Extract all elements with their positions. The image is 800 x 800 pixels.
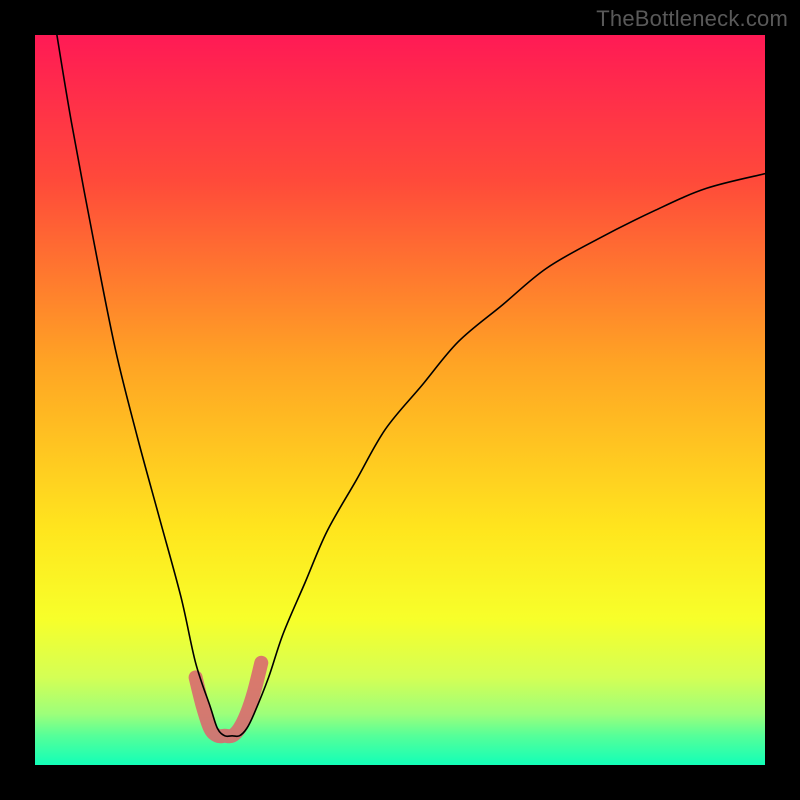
bottleneck-curve-path [57,35,765,736]
outer-black-frame: TheBottleneck.com [0,0,800,800]
highlight-segment [196,663,262,737]
plot-area [35,35,765,765]
watermark-label: TheBottleneck.com [596,6,788,32]
bottleneck-chart [35,35,765,765]
